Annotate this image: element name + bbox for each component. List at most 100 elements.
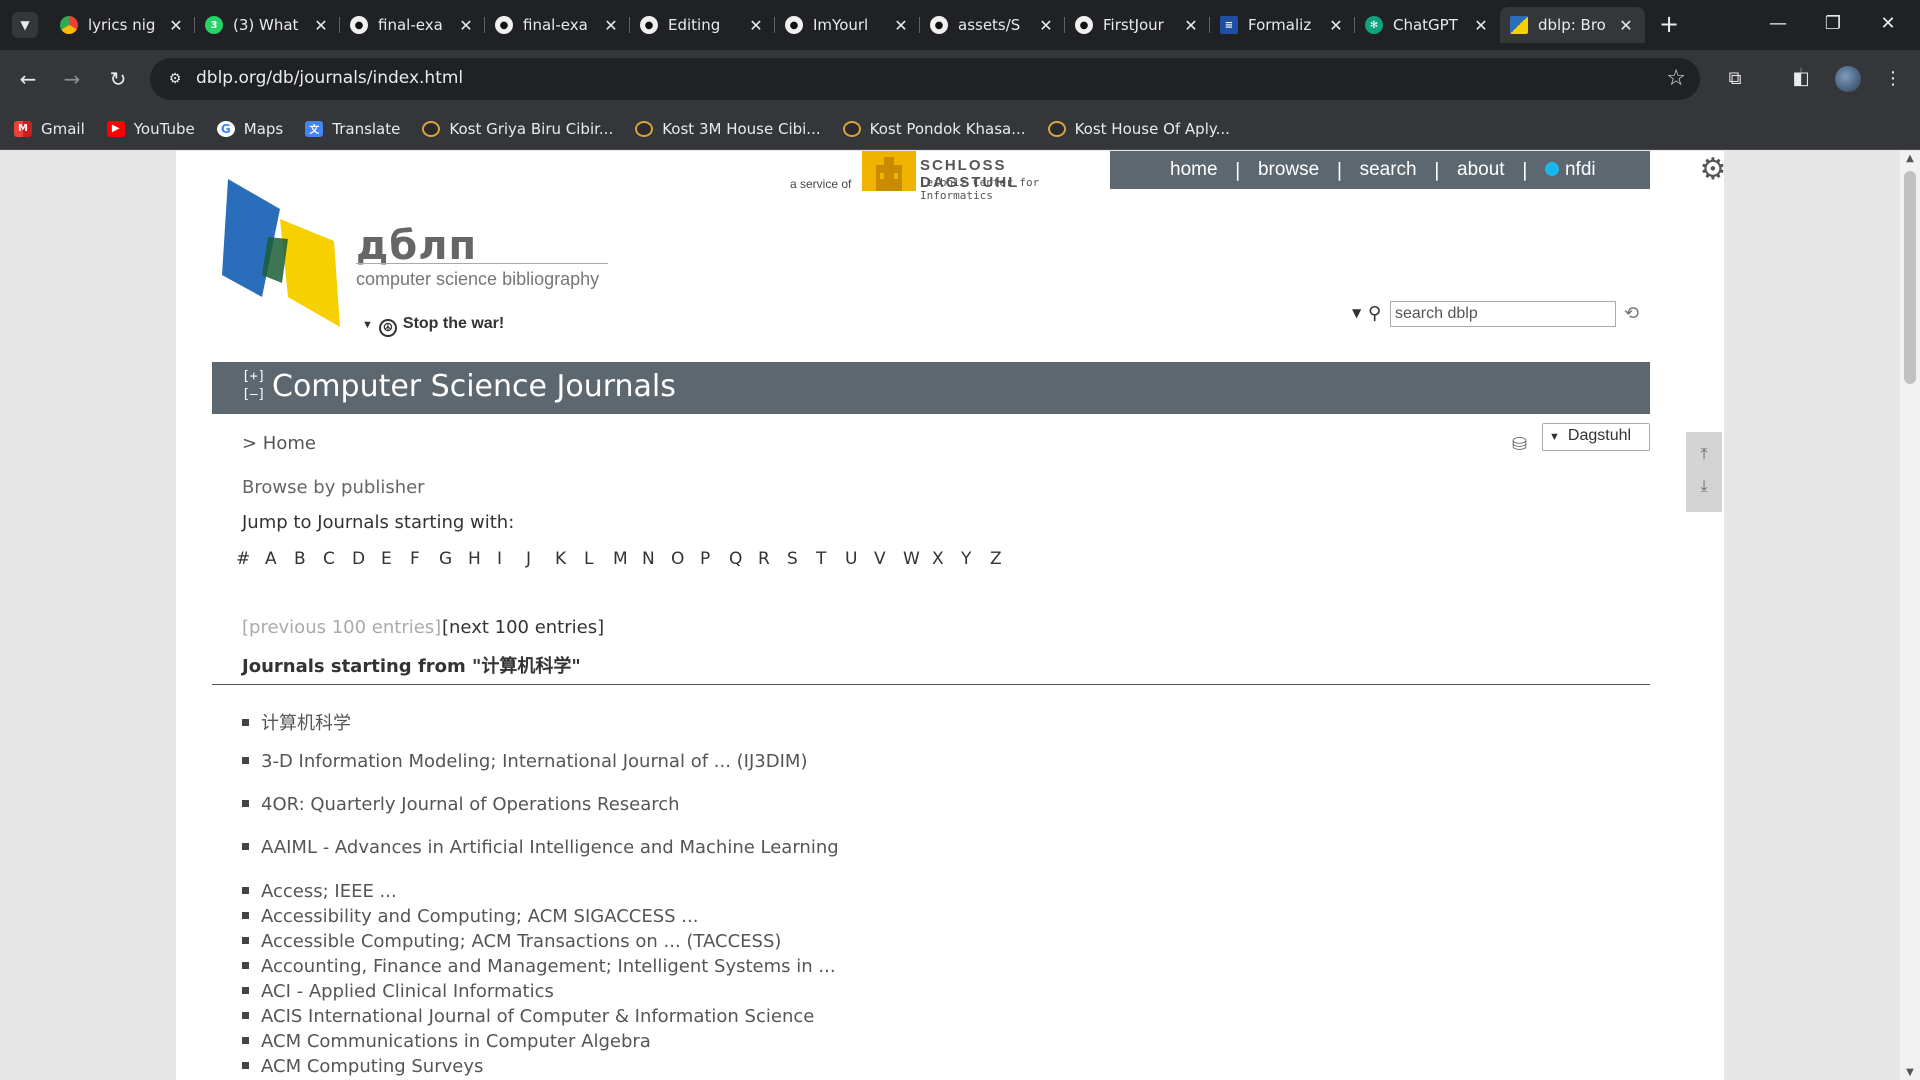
journal-list-item[interactable]: ACIS International Journal of Computer &… <box>242 1006 814 1027</box>
tab-close-icon[interactable]: ✕ <box>457 16 475 35</box>
alphabet-letter-link[interactable]: R <box>758 549 787 569</box>
alphabet-letter-link[interactable]: Q <box>729 549 758 569</box>
alphabet-letter-link[interactable]: P <box>700 549 729 569</box>
journal-title-link[interactable]: ACM Computing Surveys <box>261 1056 483 1077</box>
journal-title-link[interactable]: Accessible Computing; ACM Transactions o… <box>261 931 781 952</box>
journal-title-link[interactable]: AAIML - Advances in Artificial Intellige… <box>261 837 839 858</box>
alphabet-letter-link[interactable]: Z <box>990 549 1019 569</box>
scrollbar-thumb[interactable] <box>1904 171 1916 384</box>
bookmark-translate[interactable]: 文 Translate <box>305 120 400 138</box>
scroll-up-arrow-icon[interactable]: ▲ <box>1904 153 1916 164</box>
tab[interactable]: ● FirstJour ✕ <box>1065 7 1210 43</box>
alphabet-letter-link[interactable]: A <box>265 549 294 569</box>
alphabet-letter-link[interactable]: D <box>352 549 381 569</box>
tab-close-icon[interactable]: ✕ <box>1182 16 1200 35</box>
tab-close-icon[interactable]: ✕ <box>1327 16 1345 35</box>
journal-title-link[interactable]: 3-D Information Modeling; International … <box>261 751 807 772</box>
journal-list-item[interactable]: Accessibility and Computing; ACM SIGACCE… <box>242 906 698 927</box>
scroll-down-arrow-icon[interactable]: ▼ <box>1904 1067 1916 1078</box>
site-info-icon[interactable]: ⚙ <box>164 68 186 90</box>
tab-close-icon[interactable]: ✕ <box>602 16 620 35</box>
journal-title-link[interactable]: ACIS International Journal of Computer &… <box>261 1006 814 1027</box>
journal-list-item[interactable]: ACI - Applied Clinical Informatics <box>242 981 554 1002</box>
alphabet-letter-link[interactable]: W <box>903 549 932 569</box>
nav-search[interactable]: search <box>1360 159 1417 181</box>
search-input[interactable] <box>1390 301 1616 327</box>
url-text[interactable]: dblp.org/db/journals/index.html <box>196 68 463 88</box>
side-panel-icon[interactable]: ◧ <box>1788 66 1814 92</box>
bookmark-kost-4[interactable]: Kost House Of Aply... <box>1047 120 1230 138</box>
journal-list-item[interactable]: Access; IEEE ... <box>242 881 397 902</box>
journal-list-item[interactable]: ACM Communications in Computer Algebra <box>242 1031 651 1052</box>
tab-close-icon[interactable]: ✕ <box>1617 16 1635 35</box>
journal-list-item[interactable]: 3-D Information Modeling; International … <box>242 751 807 772</box>
journal-title-link[interactable]: ACI - Applied Clinical Informatics <box>261 981 554 1002</box>
tab[interactable]: ● final-exa ✕ <box>485 7 630 43</box>
minimize-button[interactable]: — <box>1758 10 1798 40</box>
journal-title-link[interactable]: 计算机科学 <box>261 713 351 734</box>
alphabet-letter-link[interactable]: C <box>323 549 352 569</box>
alphabet-letter-link[interactable]: E <box>381 549 410 569</box>
tab[interactable]: ● ImYourl ✕ <box>775 7 920 43</box>
journal-list-item[interactable]: ACM Computing Surveys <box>242 1056 483 1077</box>
dblp-logo[interactable] <box>222 179 352 329</box>
tab[interactable]: ● final-exa ✕ <box>340 7 485 43</box>
mirror-select[interactable]: ▼ Dagstuhl <box>1542 423 1650 451</box>
breadcrumb[interactable]: > Home <box>242 433 316 454</box>
profile-avatar[interactable] <box>1835 66 1861 92</box>
alphabet-letter-link[interactable]: U <box>845 549 874 569</box>
address-bar[interactable]: ⚙ dblp.org/db/journals/index.html ☆ <box>150 58 1700 100</box>
tab-close-icon[interactable]: ✕ <box>747 16 765 35</box>
tab[interactable]: dblp: Bro ✕ <box>1500 7 1645 43</box>
tab[interactable]: ≡ Formaliz ✕ <box>1210 7 1355 43</box>
alphabet-letter-link[interactable]: X <box>932 549 961 569</box>
alphabet-letter-link[interactable]: # <box>236 549 265 569</box>
search-options-dropdown-icon[interactable]: ▼ <box>1352 306 1361 320</box>
alphabet-letter-link[interactable]: Y <box>961 549 990 569</box>
journal-list-item[interactable]: Accounting, Finance and Management; Inte… <box>242 956 836 977</box>
bookmark-youtube[interactable]: ▶ YouTube <box>106 120 195 138</box>
close-window-button[interactable]: ✕ <box>1868 10 1908 40</box>
extensions-icon[interactable]: ⧉ <box>1722 66 1748 92</box>
bookmark-gmail[interactable]: M Gmail <box>14 120 85 138</box>
restore-button[interactable]: ❐ <box>1813 10 1853 40</box>
tab[interactable]: ✻ ChatGPT ✕ <box>1355 7 1500 43</box>
tab-close-icon[interactable]: ✕ <box>312 16 330 35</box>
journal-title-link[interactable]: Accounting, Finance and Management; Inte… <box>261 956 836 977</box>
scroll-to-bottom-icon[interactable]: ⤓ <box>1694 476 1714 496</box>
collapse-all-button[interactable]: [–] <box>242 386 265 404</box>
menu-kebab-icon[interactable]: ⋮ <box>1880 66 1906 92</box>
tab[interactable]: 3 (3) What ✕ <box>195 7 340 43</box>
alphabet-letter-link[interactable]: G <box>439 549 468 569</box>
journal-title-link[interactable]: ACM Communications in Computer Algebra <box>261 1031 651 1052</box>
alphabet-letter-link[interactable]: M <box>613 549 642 569</box>
tab[interactable]: ● Editing ✕ <box>630 7 775 43</box>
alphabet-letter-link[interactable]: J <box>526 549 555 569</box>
tab-close-icon[interactable]: ✕ <box>1037 16 1055 35</box>
alphabet-letter-link[interactable]: N <box>642 549 671 569</box>
reload-button[interactable]: ↻ <box>104 65 132 93</box>
alphabet-letter-link[interactable]: F <box>410 549 439 569</box>
nav-home[interactable]: home <box>1170 159 1218 181</box>
search-help-icon[interactable]: ⟲ <box>1624 303 1639 324</box>
nav-browse[interactable]: browse <box>1258 159 1319 181</box>
bookmark-star-icon[interactable]: ☆ <box>1666 66 1686 91</box>
journal-title-link[interactable]: Accessibility and Computing; ACM SIGACCE… <box>261 906 698 927</box>
nav-about[interactable]: about <box>1457 159 1505 181</box>
journal-title-link[interactable]: Access; IEEE ... <box>261 881 397 902</box>
vertical-scrollbar[interactable]: ▲ ▼ <box>1900 151 1920 1080</box>
alphabet-letter-link[interactable]: H <box>468 549 497 569</box>
bookmark-kost-3[interactable]: Kost Pondok Khasa... <box>842 120 1026 138</box>
nav-nfdi[interactable]: nfdi <box>1544 159 1596 181</box>
tab[interactable]: lyrics nig ✕ <box>50 7 195 43</box>
new-tab-button[interactable]: + <box>1654 10 1684 40</box>
dagstuhl-logo[interactable]: SCHLOSS DAGSTUHL Leibniz Center for Info… <box>862 151 1102 202</box>
bookmark-maps[interactable]: G Maps <box>216 120 283 138</box>
settings-gear-icon[interactable]: ⚙ <box>1698 155 1728 185</box>
alphabet-letter-link[interactable]: K <box>555 549 584 569</box>
next-entries-link[interactable]: [next 100 entries] <box>442 617 604 638</box>
alphabet-letter-link[interactable]: V <box>874 549 903 569</box>
journal-title-link[interactable]: 4OR: Quarterly Journal of Operations Res… <box>261 794 680 815</box>
bookmark-kost-2[interactable]: Kost 3M House Cibi... <box>635 120 821 138</box>
browse-by-publisher-link[interactable]: Browse by publisher <box>242 477 425 498</box>
